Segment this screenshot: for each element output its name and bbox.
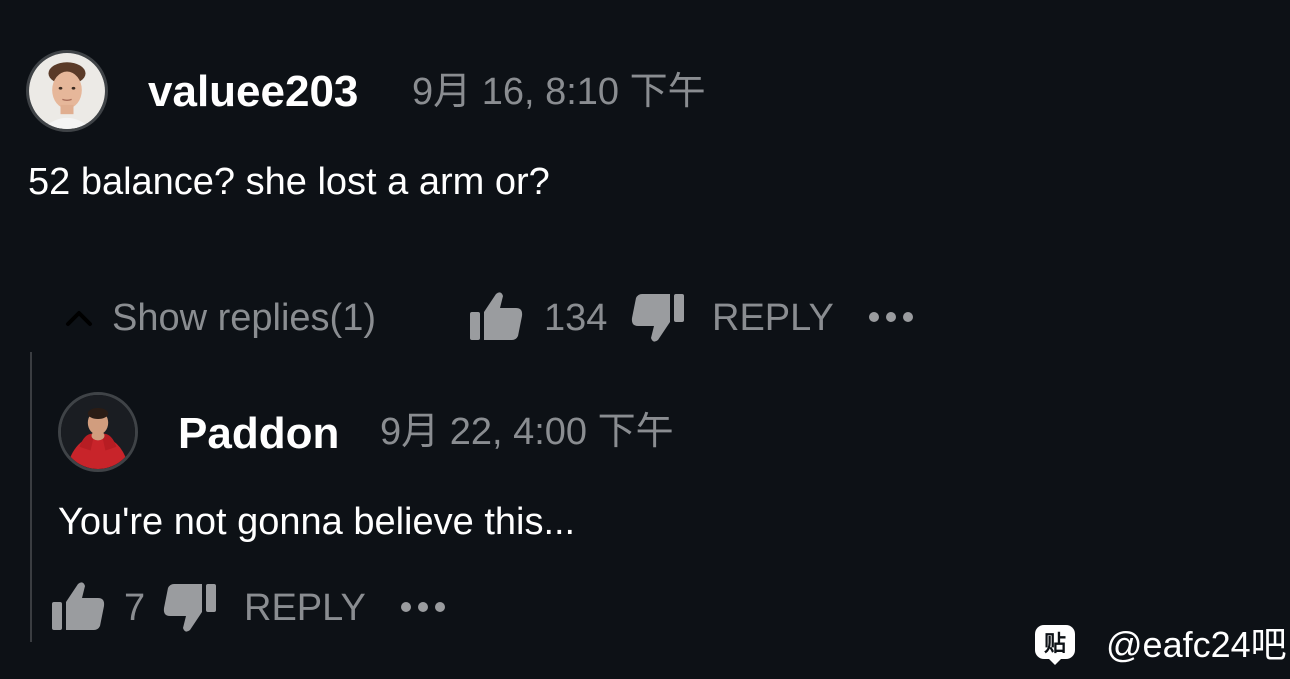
chevron-up-icon[interactable] xyxy=(62,304,96,330)
comment-username[interactable]: valuee203 xyxy=(148,68,358,116)
thumbs-down-icon[interactable] xyxy=(630,292,686,344)
more-dots-icon[interactable] xyxy=(866,308,916,326)
avatar-image xyxy=(29,53,105,129)
reply-username[interactable]: Paddon xyxy=(178,410,339,458)
tieba-logo-glyph: 贴 xyxy=(1044,631,1066,657)
reply-text: You're not gonna believe this... xyxy=(58,501,576,543)
reply-thumbs-up-icon[interactable] xyxy=(50,580,106,632)
tieba-logo-icon: 贴 xyxy=(1035,625,1075,665)
reply-thumbs-down-icon[interactable] xyxy=(162,582,218,634)
comment-timestamp: 9月 16, 8:10 下午 xyxy=(412,71,706,113)
comment-text: 52 balance? she lost a arm or? xyxy=(28,161,550,203)
user-avatar[interactable] xyxy=(26,50,108,132)
thread-line xyxy=(30,352,32,642)
watermark-text: @eafc24吧 xyxy=(1106,624,1287,665)
reply-timestamp: 9月 22, 4:00 下午 xyxy=(380,411,674,453)
reply-user-avatar[interactable] xyxy=(58,392,138,472)
thumbs-up-icon[interactable] xyxy=(468,290,524,342)
like-count: 134 xyxy=(544,297,608,339)
reply-reply-button[interactable]: REPLY xyxy=(244,586,366,630)
reply-avatar-image xyxy=(61,395,135,469)
show-replies-button[interactable]: Show replies(1) xyxy=(112,296,376,340)
comment-thread: valuee203 9月 16, 8:10 下午 52 balance? she… xyxy=(0,0,1290,679)
reply-more-dots-icon[interactable] xyxy=(398,598,448,616)
reply-button[interactable]: REPLY xyxy=(712,296,834,340)
reply-like-count: 7 xyxy=(124,587,146,629)
